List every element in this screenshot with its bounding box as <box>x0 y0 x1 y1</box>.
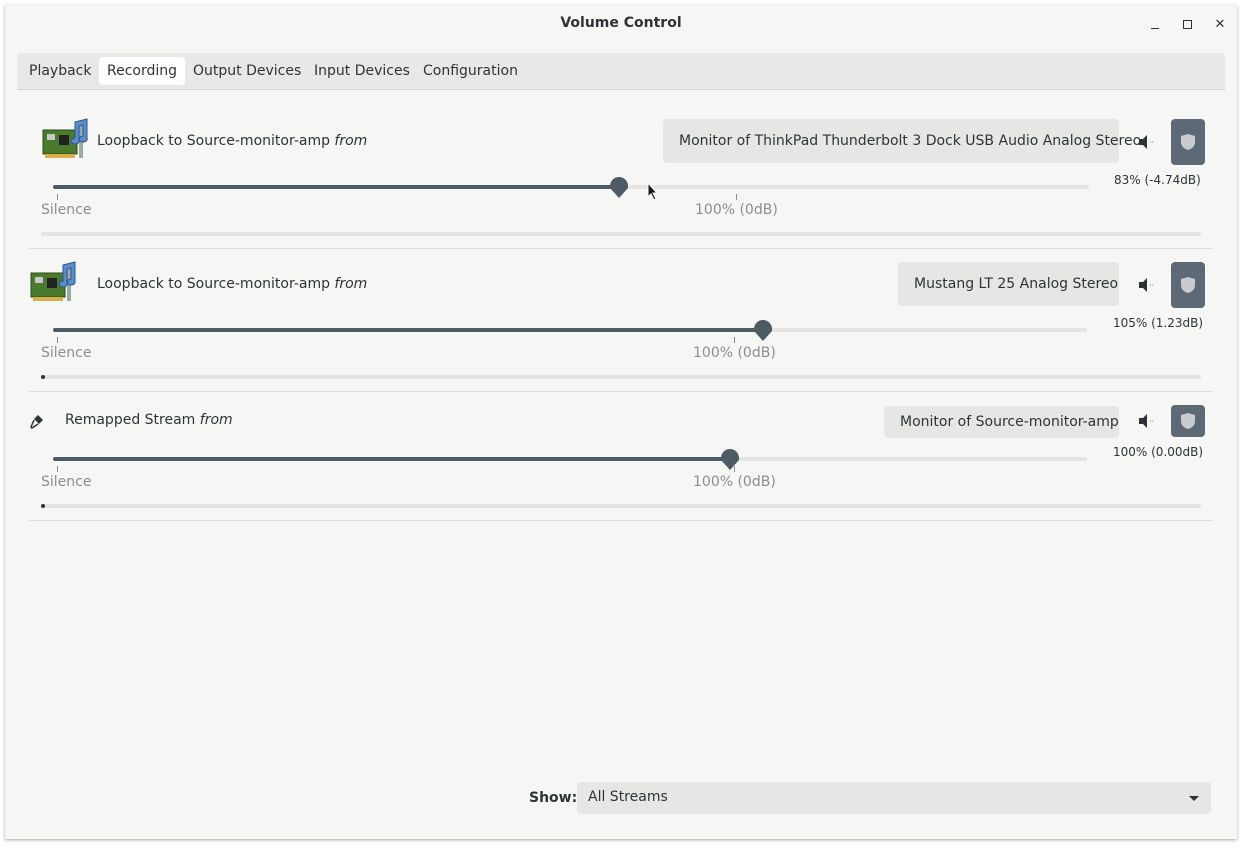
silence-tick <box>57 466 58 472</box>
lock-channels-button[interactable] <box>1171 262 1205 308</box>
stream-title: Loopback to Source-monitor-amp from <box>97 133 368 149</box>
mouse-cursor-icon <box>647 182 659 201</box>
tab-recording[interactable]: Recording <box>99 57 186 85</box>
show-filter-label: Show: <box>529 790 578 806</box>
show-filter-value: All Streams <box>588 789 668 805</box>
stream-title: Remapped Stream from <box>65 412 233 428</box>
norm-label: 100% (0dB) <box>693 474 776 490</box>
volume-percent: 100% (0.00dB) <box>1113 445 1204 459</box>
volume-slider-handle[interactable] <box>720 448 740 472</box>
volume-slider[interactable] <box>53 457 1087 461</box>
peak-meter <box>41 375 1201 379</box>
tab-output-devices[interactable]: Output Devices <box>185 57 309 85</box>
peak-meter-level <box>41 504 45 508</box>
speaker-mute-icon[interactable] <box>1134 409 1158 433</box>
volume-slider-fill <box>53 185 618 189</box>
device-selector-button[interactable]: Monitor of Source-monitor-amp <box>884 406 1119 438</box>
volume-slider-fill <box>53 328 763 332</box>
tab-input-devices[interactable]: Input Devices <box>306 57 418 85</box>
peak-meter <box>41 232 1201 236</box>
device-selector-button[interactable]: Mustang LT 25 Analog Stereo <box>898 262 1119 306</box>
window-title: Volume Control <box>560 15 682 31</box>
title-bar: Volume Control ✕ <box>5 5 1237 45</box>
tab-configuration[interactable]: Configuration <box>415 57 526 85</box>
peak-meter <box>41 504 1201 508</box>
chevron-down-icon <box>1189 796 1199 801</box>
recording-panel: Loopback to Source-monitor-amp from Moni… <box>17 89 1225 750</box>
sound-card-icon <box>30 261 76 301</box>
silence-tick <box>57 194 58 200</box>
lock-channels-button[interactable] <box>1171 119 1205 165</box>
separator <box>29 248 1213 249</box>
norm-tick <box>736 194 737 200</box>
show-filter-dropdown[interactable]: All Streams <box>577 782 1211 814</box>
volume-percent: 83% (-4.74dB) <box>1114 173 1201 187</box>
separator <box>29 391 1213 392</box>
shield-icon <box>1181 134 1195 150</box>
speaker-mute-icon[interactable] <box>1134 130 1158 154</box>
separator <box>29 520 1213 521</box>
norm-tick <box>734 466 735 472</box>
silence-tick <box>57 337 58 343</box>
speaker-mute-icon[interactable] <box>1134 273 1158 297</box>
shield-icon <box>1181 413 1195 429</box>
volume-slider-handle[interactable] <box>753 319 773 343</box>
lock-channels-button[interactable] <box>1171 405 1205 437</box>
norm-label: 100% (0dB) <box>693 345 776 361</box>
minimize-button[interactable] <box>1146 15 1166 35</box>
stream-title: Loopback to Source-monitor-amp from <box>97 276 368 292</box>
volume-slider[interactable] <box>53 185 1089 189</box>
close-button[interactable]: ✕ <box>1210 15 1230 35</box>
volume-slider-handle[interactable] <box>609 176 629 200</box>
tab-playback[interactable]: Playback <box>21 57 99 85</box>
maximize-button[interactable] <box>1178 15 1198 35</box>
sound-card-icon <box>42 118 88 158</box>
tab-bar: Playback Recording Output Devices Input … <box>17 53 1225 89</box>
microphone-icon <box>30 415 43 429</box>
device-selector-button[interactable]: Monitor of ThinkPad Thunderbolt 3 Dock U… <box>663 119 1141 163</box>
silence-label: Silence <box>41 474 92 490</box>
peak-meter-level <box>41 375 45 379</box>
norm-label: 100% (0dB) <box>695 202 778 218</box>
norm-tick <box>734 337 735 343</box>
volume-control-window: Volume Control ✕ Playback Recording Outp… <box>5 5 1237 839</box>
volume-slider[interactable] <box>53 328 1087 332</box>
shield-icon <box>1181 277 1195 293</box>
silence-label: Silence <box>41 345 92 361</box>
silence-label: Silence <box>41 202 92 218</box>
volume-slider-fill <box>53 457 730 461</box>
volume-percent: 105% (1.23dB) <box>1113 316 1204 330</box>
